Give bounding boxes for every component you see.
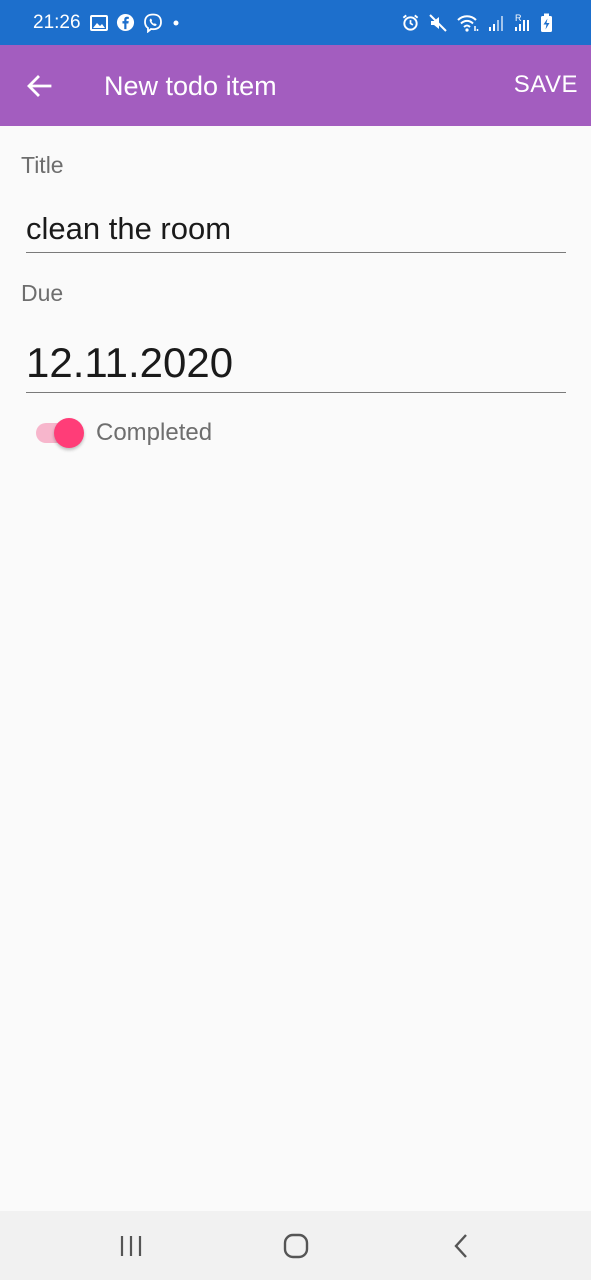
title-input[interactable] — [26, 206, 566, 253]
notification-icons — [89, 13, 189, 33]
app-bar: New todo item SAVE — [0, 45, 591, 126]
back-icon — [454, 1233, 467, 1258]
signal-roaming-icon: R — [514, 13, 532, 33]
status-time: 21:26 — [33, 11, 81, 33]
arrow-left-icon — [27, 75, 52, 97]
completed-toggle-row[interactable]: Completed — [36, 415, 212, 451]
roaming-label: R — [515, 12, 522, 23]
image-icon — [89, 14, 108, 31]
system-icons: R — [401, 0, 561, 45]
save-button[interactable]: SAVE — [514, 71, 578, 99]
title-label: Title — [21, 152, 64, 178]
system-nav-bar — [0, 1211, 591, 1280]
page-title: New todo item — [104, 71, 277, 101]
home-icon — [283, 1233, 309, 1258]
due-label: Due — [21, 280, 64, 306]
signal-icon — [488, 14, 506, 32]
back-button[interactable] — [22, 69, 56, 103]
alarm-icon — [401, 13, 420, 32]
status-bar: 21:26 R — [0, 0, 591, 45]
recent-apps-button[interactable] — [91, 1211, 171, 1280]
wifi-icon — [456, 13, 480, 33]
recent-apps-icon — [120, 1235, 142, 1256]
nav-back-button[interactable] — [421, 1211, 501, 1280]
completed-toggle[interactable] — [36, 418, 84, 448]
dot-icon — [171, 18, 181, 28]
facebook-icon — [116, 13, 135, 32]
home-button[interactable] — [256, 1211, 336, 1280]
due-date-input[interactable] — [26, 333, 566, 393]
viber-icon — [143, 13, 163, 33]
battery-charging-icon — [540, 13, 553, 33]
toggle-thumb — [54, 418, 84, 448]
mute-icon — [428, 13, 448, 33]
completed-label: Completed — [96, 419, 213, 446]
